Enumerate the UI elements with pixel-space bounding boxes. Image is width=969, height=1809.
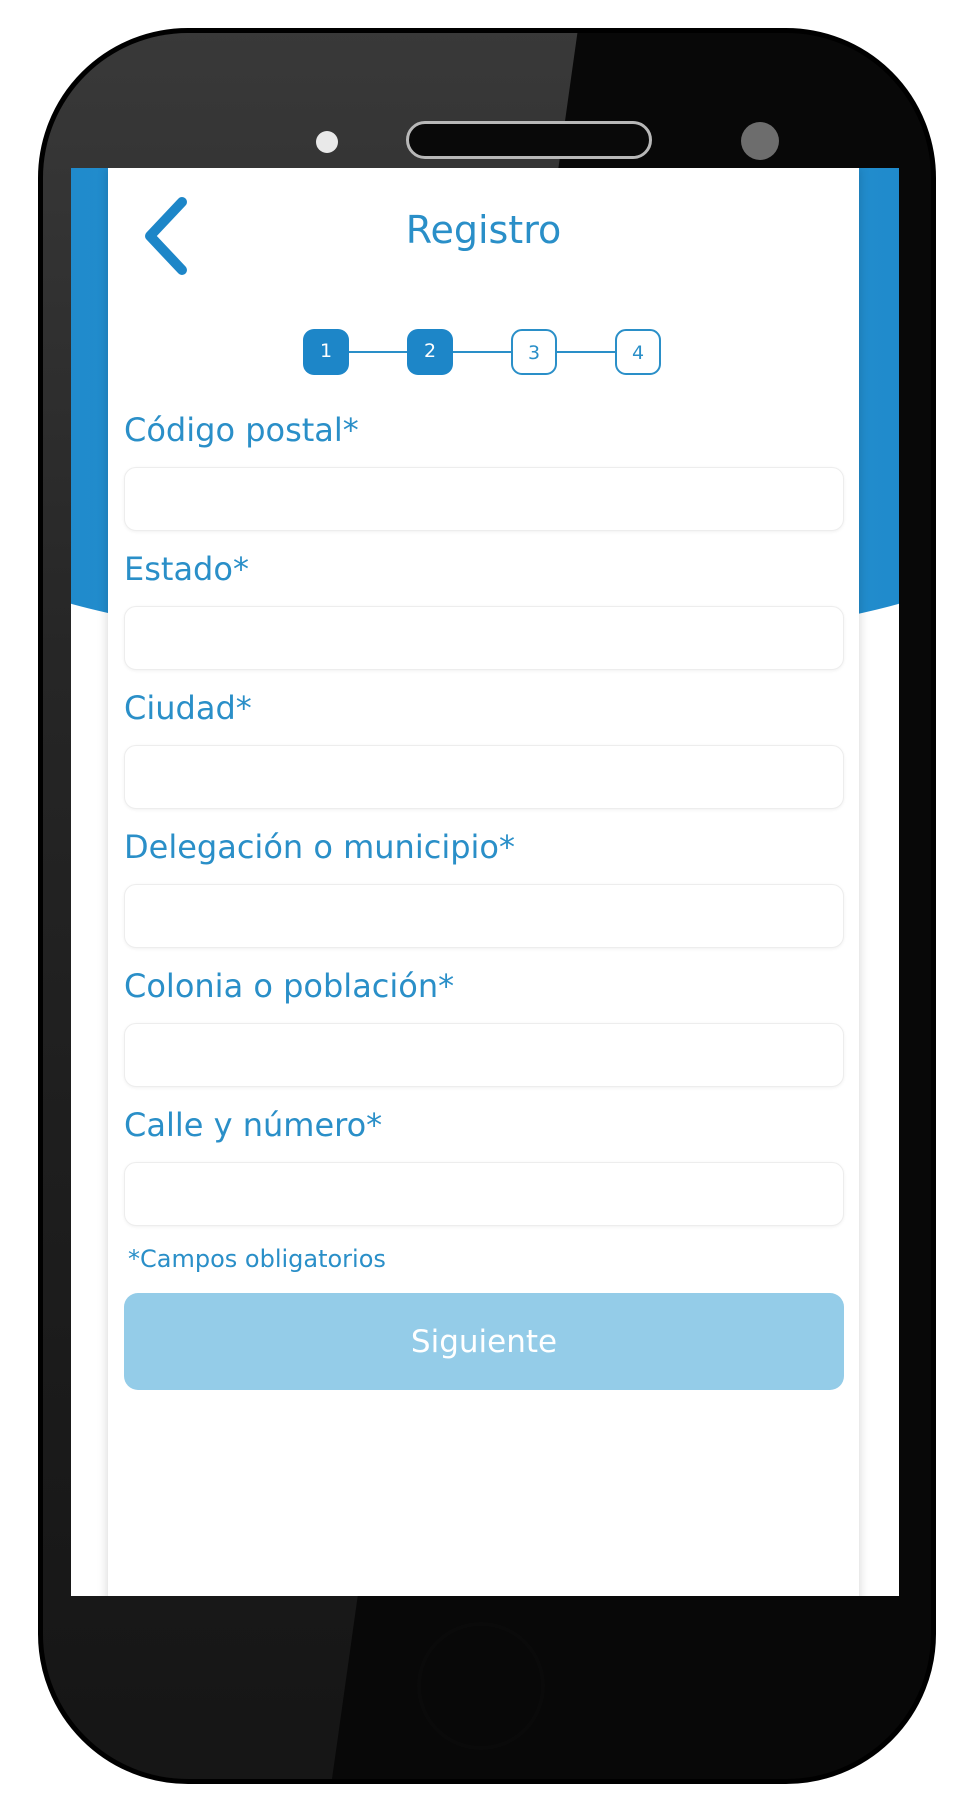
next-button[interactable]: Siguiente (124, 1293, 844, 1390)
postal-code-label: Código postal* (124, 411, 359, 449)
step-1[interactable]: 1 (303, 329, 349, 375)
step-2[interactable]: 2 (407, 329, 453, 375)
step-connector (453, 351, 511, 353)
state-label: Estado* (124, 550, 249, 588)
progress-stepper: 1 2 3 4 (303, 325, 663, 381)
proximity-sensor (316, 131, 338, 153)
front-camera (741, 122, 779, 160)
step-4[interactable]: 4 (615, 329, 661, 375)
street-label: Calle y número* (124, 1106, 383, 1144)
municipality-input[interactable] (124, 884, 844, 948)
app-screen: Registro 1 2 3 4 Código postal* Estado* … (71, 168, 899, 1596)
neighborhood-label: Colonia o población* (124, 967, 455, 1005)
postal-code-input[interactable] (124, 467, 844, 531)
neighborhood-input[interactable] (124, 1023, 844, 1087)
city-input[interactable] (124, 745, 844, 809)
city-label: Ciudad* (124, 689, 252, 727)
earpiece-speaker (406, 121, 652, 159)
state-input[interactable] (124, 606, 844, 670)
municipality-label: Delegación o municipio* (124, 828, 515, 866)
required-fields-note: *Campos obligatorios (128, 1245, 386, 1273)
step-connector (557, 351, 615, 353)
page-title: Registro (405, 208, 562, 252)
step-connector (349, 351, 407, 353)
street-input[interactable] (124, 1162, 844, 1226)
registration-card: Registro 1 2 3 4 Código postal* Estado* … (108, 168, 859, 1596)
step-3[interactable]: 3 (511, 329, 557, 375)
home-button[interactable] (417, 1622, 545, 1750)
